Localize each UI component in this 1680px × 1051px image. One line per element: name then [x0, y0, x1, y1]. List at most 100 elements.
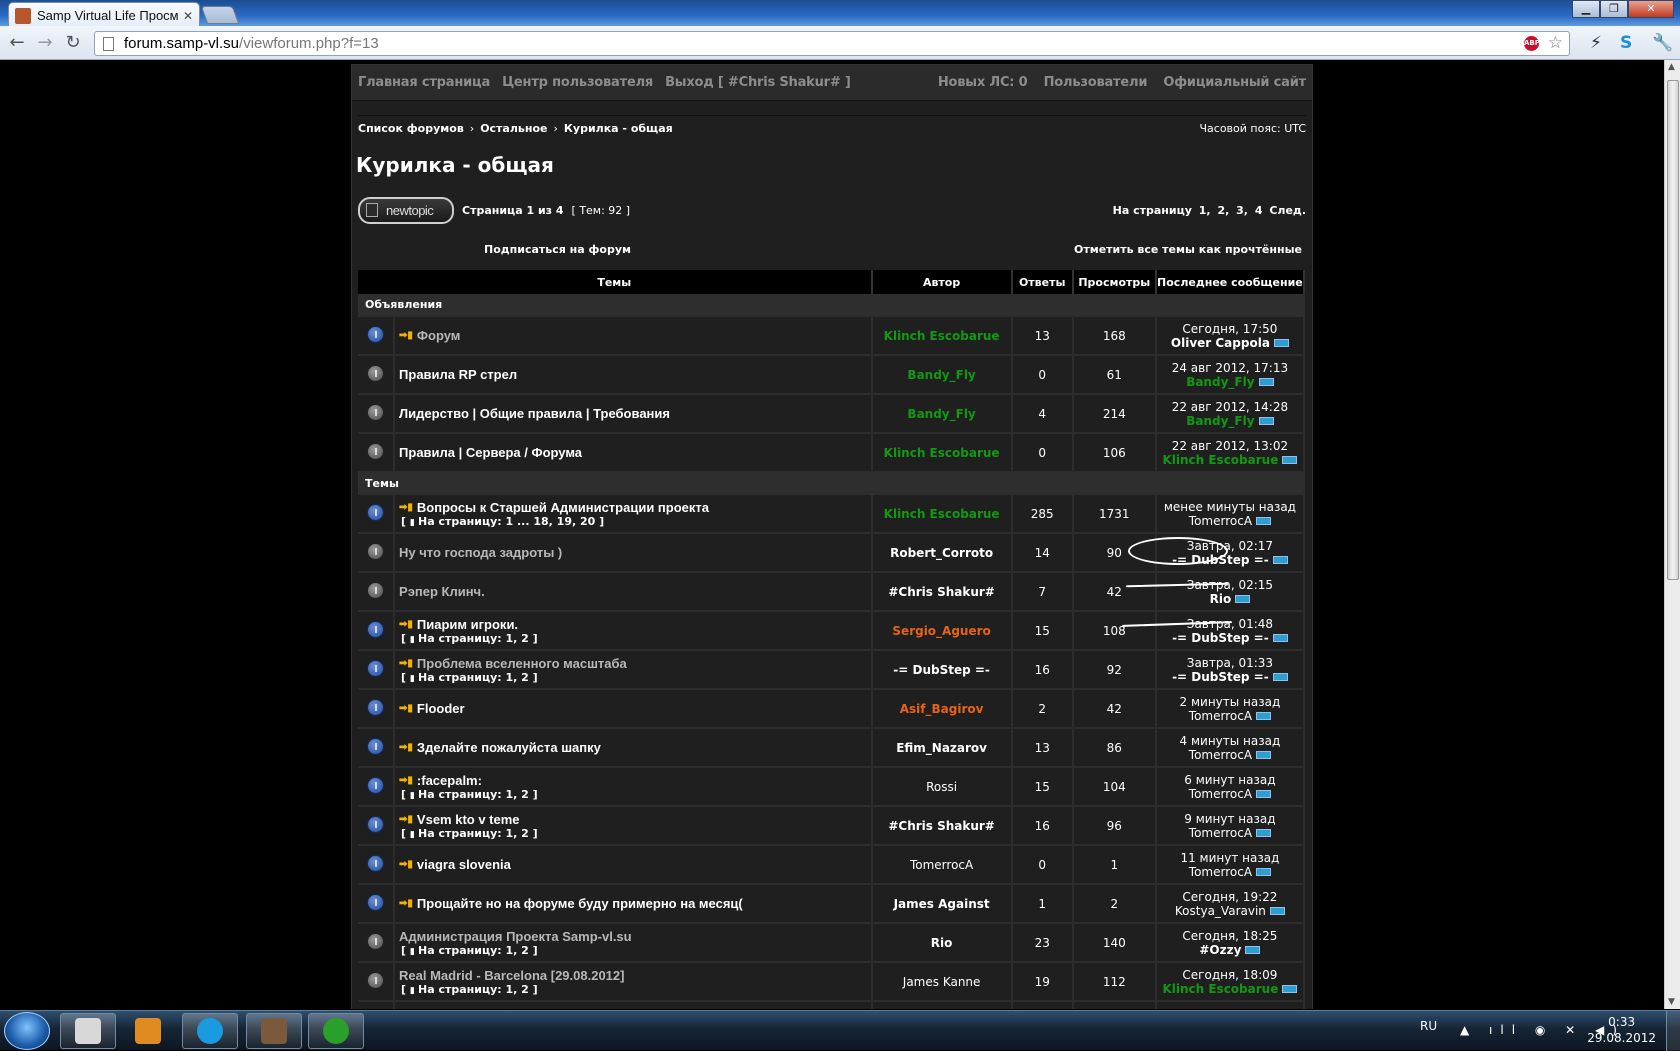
view-last-post-icon[interactable]: [1245, 946, 1261, 954]
new-post-icon[interactable]: ➡▮: [399, 658, 413, 669]
adblock-icon[interactable]: ABP: [1524, 36, 1540, 51]
nav-pm-link[interactable]: Новых ЛС: 0: [938, 75, 1028, 90]
topic-title-link[interactable]: Vsem kto v teme: [417, 812, 520, 827]
view-last-post-icon[interactable]: [1282, 456, 1298, 464]
last-post-user[interactable]: #Ozzy: [1199, 943, 1241, 957]
topic-pages-links[interactable]: 1, 2: [506, 671, 529, 684]
breadcrumb-category-link[interactable]: Остальное: [480, 122, 547, 135]
nav-site-link[interactable]: Официальный сайт: [1163, 75, 1306, 90]
nav-logout-link[interactable]: Выход [ #Chris Shakur# ]: [665, 75, 851, 90]
view-last-post-icon[interactable]: [1269, 907, 1285, 915]
page-link-3[interactable]: 3,: [1236, 204, 1248, 217]
new-post-icon[interactable]: ➡▮: [399, 502, 413, 513]
topic-title-link[interactable]: Зделайте пожалуйста шапку: [417, 740, 601, 755]
topic-author[interactable]: Asif_Bagirov: [871, 689, 1013, 729]
last-post-user[interactable]: Klinch Escobarue: [1162, 453, 1278, 467]
view-last-post-icon[interactable]: [1256, 790, 1272, 798]
topic-author[interactable]: Klinch Escobarue: [871, 494, 1013, 534]
new-topic-button[interactable]: newtopic: [358, 196, 454, 224]
minimize-button[interactable]: ▁: [1572, 0, 1600, 18]
back-arrow-icon[interactable]: ←: [6, 32, 28, 54]
last-post-user[interactable]: Rio: [1210, 592, 1232, 606]
view-last-post-icon[interactable]: [1256, 712, 1272, 720]
table-row[interactable]: Лидерство | Общие правила | Требования Ba…: [358, 394, 1306, 434]
table-row[interactable]: ➡▮ Vsem kto v teme[ ▮ На страницу: 1, 2 ]…: [358, 806, 1306, 846]
view-last-post-icon[interactable]: [1272, 673, 1288, 681]
view-last-post-icon[interactable]: [1282, 985, 1298, 993]
last-post-user[interactable]: Kostya_Varavin: [1175, 904, 1266, 918]
show-desktop-button[interactable]: [1666, 1011, 1680, 1051]
topic-title-link[interactable]: :facepalm:: [417, 773, 482, 788]
taskbar-item-skype[interactable]: [182, 1013, 238, 1049]
topic-title-link[interactable]: Пиарим игроки.: [417, 617, 518, 632]
new-tab-button[interactable]: [200, 6, 240, 24]
last-post-user[interactable]: TomerrocA: [1189, 748, 1252, 762]
maximize-button[interactable]: ❐: [1600, 0, 1628, 18]
start-button[interactable]: [4, 1012, 50, 1050]
forward-arrow-icon[interactable]: →: [34, 32, 56, 54]
last-post-user[interactable]: Bandy_Fly: [1186, 375, 1254, 389]
topic-author[interactable]: Bandy_Fly: [871, 394, 1013, 434]
topic-author[interactable]: Klinch Escobarue: [871, 316, 1013, 356]
last-post-user[interactable]: -= DubStep =-: [1172, 631, 1269, 645]
topic-pages-links[interactable]: 1, 2: [506, 632, 529, 645]
table-row[interactable]: ➡▮ Прощайте но на форуме буду примерно на…: [358, 884, 1306, 924]
topic-title-link[interactable]: Flooder: [417, 701, 465, 716]
table-row[interactable]: Real Madrid - Barcelona [29.08.2012][ ▮ …: [358, 962, 1306, 1002]
last-post-user[interactable]: Oliver Cappola: [1171, 336, 1270, 350]
topic-pages-links[interactable]: 1, 2: [506, 944, 529, 957]
topic-author[interactable]: James Kanne: [871, 962, 1013, 1002]
table-row[interactable]: ➡▮ Пиарим игроки.[ ▮ На страницу: 1, 2 ] S…: [358, 611, 1306, 651]
topic-author[interactable]: Efim_Nazarov: [871, 728, 1013, 768]
nav-ucp-link[interactable]: Центр пользователя: [502, 75, 653, 90]
taskbar-item-media[interactable]: [120, 1013, 176, 1049]
topic-author[interactable]: #Chris Shakur#: [871, 806, 1013, 846]
reload-icon[interactable]: ↻: [62, 32, 84, 54]
topic-author[interactable]: Robert_Corroto: [871, 533, 1013, 573]
wrench-menu-icon[interactable]: 🔧: [1652, 33, 1673, 53]
table-row[interactable]: Правила RP стрел Bandy_Fly 0 61 24 авг 2012,…: [358, 355, 1306, 395]
taskbar-item-utorrent[interactable]: [308, 1013, 364, 1049]
last-post-user[interactable]: Klinch Escobarue: [1162, 982, 1278, 996]
view-last-post-icon[interactable]: [1258, 378, 1274, 386]
scroll-up-icon[interactable]: ▲: [1668, 62, 1675, 72]
topic-title-link[interactable]: Правила | Сервера / Форума: [399, 445, 582, 460]
view-last-post-icon[interactable]: [1272, 556, 1288, 564]
extension-bolt-icon[interactable]: ⚡: [1590, 33, 1602, 53]
taskbar-item-game[interactable]: [246, 1013, 302, 1049]
topic-author[interactable]: #Chris Shakur#: [871, 572, 1013, 612]
page-link-2[interactable]: 2,: [1217, 204, 1229, 217]
table-row[interactable]: Рэпер Клинч. #Chris Shakur# 7 42 Завтра, 02:…: [358, 572, 1306, 612]
topic-title-link[interactable]: Прощайте но на форуме буду примерно на м…: [417, 896, 743, 911]
new-post-icon[interactable]: ➡▮: [399, 775, 413, 786]
table-row[interactable]: ➡▮ Зделайте пожалуйста шапку Efim_Nazarov 1…: [358, 728, 1306, 768]
taskbar-item-explorer[interactable]: [60, 1013, 116, 1049]
table-row[interactable]: ➡▮:facepalm:[ ▮ На страницу: 1, 2 ] Rossi…: [358, 767, 1306, 807]
topic-title-link[interactable]: Правила RP стрел: [399, 367, 517, 382]
topic-title-link[interactable]: viagra slovenia: [417, 857, 511, 872]
next-page-link[interactable]: След.: [1269, 204, 1306, 217]
topic-title-link[interactable]: Лидерство | Общие правила | Требования: [399, 406, 670, 421]
browser-tab-active[interactable]: Samp Virtual Life Просмо ✕: [8, 2, 200, 28]
table-row[interactable]: ➡▮ Flooder Asif_Bagirov 2 42 2 минуты назад To…: [358, 689, 1306, 729]
nav-members-link[interactable]: Пользователи: [1044, 75, 1148, 90]
topic-title-link[interactable]: Рэпер Клинч.: [399, 584, 485, 599]
tab-close-icon[interactable]: ✕: [183, 9, 193, 23]
scroll-down-icon[interactable]: ▼: [1668, 997, 1675, 1007]
last-post-user[interactable]: -= DubStep =-: [1172, 670, 1269, 684]
last-post-user[interactable]: TomerrocA: [1189, 709, 1252, 723]
nav-home-link[interactable]: Главная страница: [358, 75, 490, 90]
last-post-user[interactable]: TomerrocA: [1189, 865, 1252, 879]
topic-author[interactable]: James Against: [871, 884, 1013, 924]
breadcrumb-index-link[interactable]: Список форумов: [358, 122, 464, 135]
view-last-post-icon[interactable]: [1235, 595, 1251, 603]
table-row[interactable]: ➡▮ Вопросы к Старшей Администрации проект…: [358, 494, 1306, 534]
view-last-post-icon[interactable]: [1272, 634, 1288, 642]
topic-author[interactable]: Klinch Escobarue: [871, 433, 1013, 473]
topic-pages-links[interactable]: 1, 2: [506, 788, 529, 801]
breadcrumb-forum-link[interactable]: Курилка - общая: [564, 122, 673, 135]
last-post-user[interactable]: TomerrocA: [1189, 787, 1252, 801]
view-last-post-icon[interactable]: [1256, 829, 1272, 837]
topic-title-link[interactable]: Ну что господа задроты ): [399, 545, 562, 560]
scrollbar-thumb[interactable]: [1667, 80, 1679, 580]
